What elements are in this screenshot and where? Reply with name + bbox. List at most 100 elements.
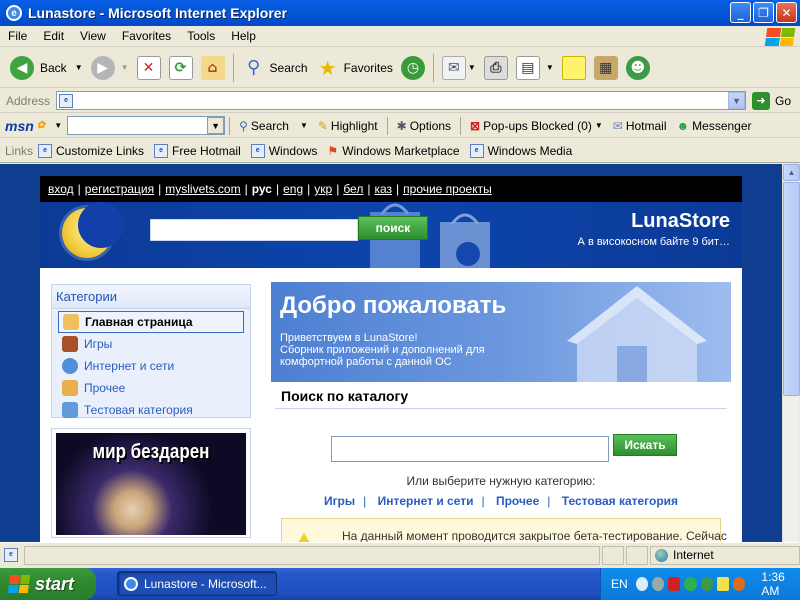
forward-button[interactable]: ▶ ▼ bbox=[87, 52, 133, 84]
catalog-link-other[interactable]: Прочее bbox=[496, 494, 539, 508]
network-icon[interactable] bbox=[651, 577, 665, 591]
catalog-link-test[interactable]: Тестовая категория bbox=[562, 494, 678, 508]
status-cell bbox=[602, 545, 624, 565]
mail-button[interactable]: ✉ ▼ bbox=[438, 52, 480, 84]
link-windows[interactable]: e Windows bbox=[246, 143, 323, 158]
address-dropdown-icon[interactable]: ▼ bbox=[728, 92, 746, 109]
options-button[interactable]: ✱ Options bbox=[392, 119, 456, 133]
forward-dropdown-icon[interactable]: ▼ bbox=[121, 63, 129, 72]
catalog-link-internet[interactable]: Интернет и сети bbox=[378, 494, 474, 508]
link-customize-links[interactable]: e Customize Links bbox=[33, 143, 149, 158]
home-button[interactable]: ⌂ bbox=[197, 52, 229, 84]
forward-arrow-icon: ▶ bbox=[90, 55, 115, 80]
maximize-button[interactable]: ❐ bbox=[753, 2, 774, 23]
edit-icon: ▤ bbox=[515, 55, 540, 80]
link-separator: | bbox=[77, 182, 81, 196]
promo-caption: мир бездарен bbox=[92, 441, 210, 463]
catalog-category-links: Игры | Интернет и сети | Прочее | Тестовая … bbox=[271, 494, 731, 508]
discuss-button[interactable] bbox=[558, 52, 590, 84]
start-button[interactable]: start bbox=[0, 568, 96, 600]
back-dropdown-icon[interactable]: ▼ bbox=[75, 63, 83, 72]
vertical-scrollbar[interactable]: ▲ bbox=[782, 164, 800, 542]
highlight-button[interactable]: ✎ Highlight bbox=[313, 119, 383, 133]
catalog-search-button[interactable]: Искать bbox=[613, 434, 677, 456]
title-bar[interactable]: e Lunastore - Microsoft Internet Explore… bbox=[0, 0, 800, 26]
category-other[interactable]: Прочее bbox=[52, 377, 250, 399]
edit-dropdown-icon[interactable]: ▼ bbox=[546, 63, 554, 72]
messenger-link[interactable]: ☻ Messenger bbox=[672, 119, 757, 133]
category-label: Главная страница bbox=[85, 315, 193, 329]
popups-blocked-button[interactable]: ⊠ Pop-ups Blocked (0) ▼ bbox=[465, 119, 608, 133]
link-windows-marketplace[interactable]: ⚑ Windows Marketplace bbox=[322, 144, 464, 158]
site-search-button[interactable]: поиск bbox=[358, 216, 428, 240]
beta-notice: На данный момент проводится закрытое бет… bbox=[281, 518, 727, 542]
refresh-button[interactable]: ⟳ bbox=[165, 52, 197, 84]
menu-tools[interactable]: Tools bbox=[179, 29, 223, 43]
menu-file[interactable]: File bbox=[0, 29, 35, 43]
test-icon bbox=[62, 402, 78, 418]
security-shield-icon[interactable] bbox=[668, 577, 681, 591]
house-icon bbox=[567, 286, 707, 382]
address-input[interactable]: e ▼ bbox=[56, 91, 747, 110]
search-button[interactable]: ⚲ Search bbox=[238, 52, 312, 84]
minimize-button[interactable]: _ bbox=[730, 2, 751, 23]
go-button[interactable]: ➜ Go bbox=[746, 85, 795, 117]
other-projects-link[interactable]: прочие проекты bbox=[403, 182, 492, 196]
mail-dropdown-icon[interactable]: ▼ bbox=[468, 63, 476, 72]
stop-button[interactable]: ✕ bbox=[133, 52, 165, 84]
msn-search-input[interactable]: ▼ bbox=[67, 116, 226, 135]
messenger-button[interactable]: ☻ bbox=[622, 52, 654, 84]
back-label: Back bbox=[40, 60, 67, 75]
messenger-tray-icon[interactable] bbox=[700, 577, 713, 591]
menu-favorites[interactable]: Favorites bbox=[114, 29, 179, 43]
login-link[interactable]: вход bbox=[48, 182, 74, 196]
site-search-input[interactable] bbox=[150, 219, 358, 241]
link-windows-media[interactable]: e Windows Media bbox=[465, 143, 578, 158]
category-internet[interactable]: Интернет и сети bbox=[52, 355, 250, 377]
promo-banner[interactable]: мир бездарен bbox=[51, 428, 251, 538]
category-test[interactable]: Тестовая категория bbox=[52, 399, 250, 421]
msn-search-button[interactable]: ⚲ Search ▼ bbox=[234, 119, 313, 133]
note-tray-icon[interactable] bbox=[716, 577, 730, 591]
register-link[interactable]: регистрация bbox=[85, 182, 154, 196]
security-zone[interactable]: Internet bbox=[650, 545, 800, 565]
page-viewport[interactable]: вход | регистрация | myslivets.com | рус | e… bbox=[0, 164, 782, 542]
update-icon[interactable] bbox=[684, 577, 697, 591]
close-button[interactable]: ✕ bbox=[776, 2, 797, 23]
menu-edit[interactable]: Edit bbox=[35, 29, 72, 43]
language-indicator[interactable]: EN bbox=[611, 577, 628, 591]
msn-search-options-icon[interactable]: ▼ bbox=[300, 121, 308, 130]
back-button[interactable]: ◀ Back ▼ bbox=[6, 52, 87, 84]
catalog-search-input[interactable] bbox=[331, 436, 609, 462]
lang-kaz-link[interactable]: каз bbox=[374, 182, 392, 196]
msn-dropdown-icon[interactable]: ▼ bbox=[54, 121, 62, 130]
hotmail-button[interactable]: ✉ Hotmail bbox=[608, 119, 672, 133]
moon-logo-icon[interactable] bbox=[62, 202, 124, 258]
category-games[interactable]: Игры bbox=[52, 333, 250, 355]
myslivets-link[interactable]: myslivets.com bbox=[165, 182, 240, 196]
menu-view[interactable]: View bbox=[72, 29, 114, 43]
scroll-up-icon[interactable]: ▲ bbox=[783, 164, 800, 181]
research-button[interactable]: ▦ bbox=[590, 52, 622, 84]
category-home[interactable]: Главная страница bbox=[58, 311, 244, 333]
catalog-link-games[interactable]: Игры bbox=[324, 494, 355, 508]
favorites-button[interactable]: ★ Favorites bbox=[312, 52, 397, 84]
history-button[interactable]: ◷ bbox=[397, 52, 429, 84]
sync-icon[interactable] bbox=[733, 577, 746, 591]
site-brand: LunaStore bbox=[631, 210, 730, 232]
scroll-thumb[interactable] bbox=[783, 182, 800, 396]
standard-toolbar: ◀ Back ▼ ▶ ▼ ✕ ⟳ ⌂ ⚲ Search ★ Favorites … bbox=[0, 48, 800, 88]
print-button[interactable]: ⎙ bbox=[480, 52, 512, 84]
clock[interactable]: 1:36 AM bbox=[761, 570, 800, 598]
show-hidden-icon[interactable] bbox=[635, 577, 648, 591]
lang-bel-link[interactable]: бел bbox=[343, 182, 363, 196]
popups-dropdown-icon[interactable]: ▼ bbox=[595, 121, 603, 130]
edit-button[interactable]: ▤ ▼ bbox=[512, 52, 558, 84]
link-free-hotmail[interactable]: e Free Hotmail bbox=[149, 143, 246, 158]
lang-eng-link[interactable]: eng bbox=[283, 182, 303, 196]
msn-search-dropdown-icon[interactable]: ▼ bbox=[207, 117, 225, 134]
lang-ukr-link[interactable]: укр bbox=[314, 182, 332, 196]
msn-logo[interactable]: msn ✿ ▼ bbox=[0, 118, 67, 134]
menu-help[interactable]: Help bbox=[223, 29, 264, 43]
taskbar-ie-window[interactable]: Lunastore - Microsoft... bbox=[117, 571, 277, 596]
